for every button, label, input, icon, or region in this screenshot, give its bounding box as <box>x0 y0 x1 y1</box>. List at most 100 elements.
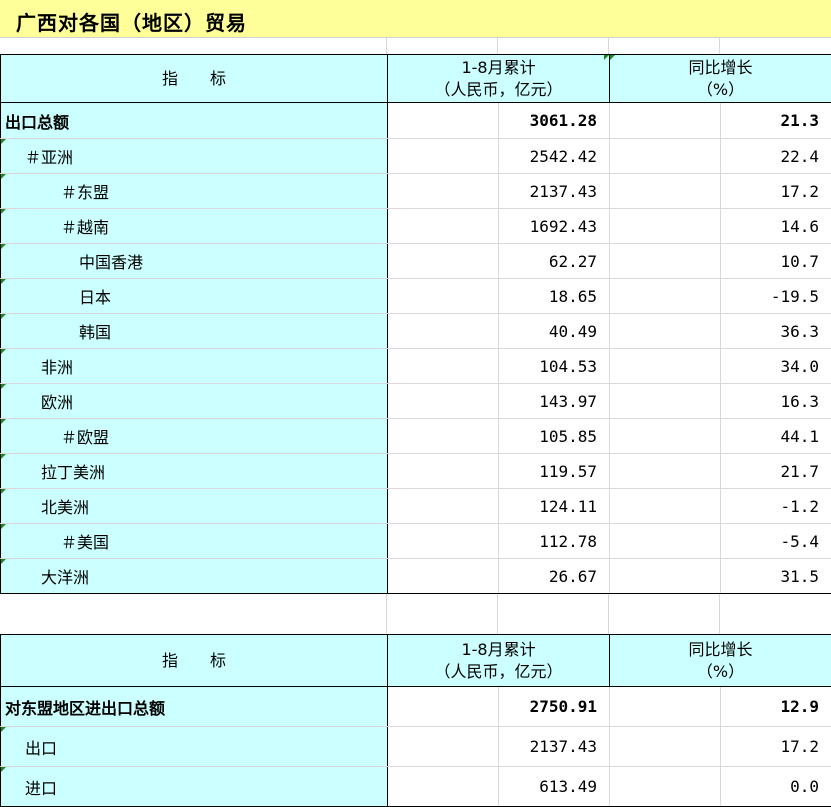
cumulative-header[interactable]: 1-8月累计 （人民币，亿元） <box>388 55 610 103</box>
indicator-cell[interactable]: 欧洲 <box>1 384 388 419</box>
empty-cell[interactable] <box>610 349 721 384</box>
indicator-cell[interactable]: 出口 <box>1 727 388 767</box>
cumulative-value[interactable]: 2137.43 <box>499 174 610 209</box>
indicator-cell[interactable]: 出口总额 <box>1 103 388 139</box>
growth-value[interactable]: -1.2 <box>721 489 831 524</box>
growth-value[interactable]: 21.7 <box>721 454 831 489</box>
indicator-cell[interactable]: ＃亚洲 <box>1 139 388 174</box>
growth-value[interactable]: -19.5 <box>721 279 831 314</box>
growth-value[interactable]: 12.9 <box>721 687 831 727</box>
indicator-header[interactable]: 指 标 <box>1 635 388 687</box>
indicator-cell[interactable]: 大洋洲 <box>1 559 388 594</box>
growth-value[interactable]: 17.2 <box>721 727 831 767</box>
growth-value[interactable]: 22.4 <box>721 139 831 174</box>
empty-cell[interactable] <box>388 454 499 489</box>
empty-cell[interactable] <box>610 209 721 244</box>
cell-indicator-icon <box>1 767 6 772</box>
cumulative-header[interactable]: 1-8月累计 （人民币，亿元） <box>388 635 610 687</box>
empty-cell[interactable] <box>610 727 721 767</box>
cumulative-value[interactable]: 143.97 <box>499 384 610 419</box>
cumulative-value[interactable]: 2750.91 <box>499 687 610 727</box>
empty-cell[interactable] <box>388 209 499 244</box>
empty-cell[interactable] <box>388 524 499 559</box>
growth-header[interactable]: 同比增长 （%） <box>610 635 831 687</box>
cumulative-value[interactable]: 613.49 <box>499 767 610 807</box>
growth-value[interactable]: 16.3 <box>721 384 831 419</box>
empty-cell[interactable] <box>388 687 499 727</box>
cumulative-value[interactable]: 2137.43 <box>499 727 610 767</box>
cumulative-value[interactable]: 26.67 <box>499 559 610 594</box>
empty-cell[interactable] <box>388 384 499 419</box>
empty-cell[interactable] <box>388 489 499 524</box>
cumulative-value[interactable]: 112.78 <box>499 524 610 559</box>
empty-cell[interactable] <box>388 559 499 594</box>
indicator-cell[interactable]: 日本 <box>1 279 388 314</box>
empty-cell[interactable] <box>610 244 721 279</box>
growth-header[interactable]: 同比增长 （%） <box>610 55 831 103</box>
indicator-cell[interactable]: 北美洲 <box>1 489 388 524</box>
empty-cell[interactable] <box>610 314 721 349</box>
cell-indicator-icon <box>1 244 6 249</box>
growth-value[interactable]: 44.1 <box>721 419 831 454</box>
empty-cell[interactable] <box>388 103 499 139</box>
growth-value[interactable]: 31.5 <box>721 559 831 594</box>
cumulative-value[interactable]: 105.85 <box>499 419 610 454</box>
cell-indicator-icon <box>1 489 6 494</box>
growth-value[interactable]: 0.0 <box>721 767 831 807</box>
empty-row[interactable] <box>0 38 831 54</box>
cumulative-value[interactable]: 124.11 <box>499 489 610 524</box>
growth-value[interactable]: 34.0 <box>721 349 831 384</box>
cumulative-value[interactable]: 62.27 <box>499 244 610 279</box>
empty-cell[interactable] <box>388 244 499 279</box>
indicator-cell[interactable]: ＃美国 <box>1 524 388 559</box>
cumulative-value[interactable]: 1692.43 <box>499 209 610 244</box>
indicator-cell[interactable]: 中国香港 <box>1 244 388 279</box>
growth-value[interactable]: 10.7 <box>721 244 831 279</box>
empty-cell[interactable] <box>388 349 499 384</box>
indicator-cell[interactable]: 进口 <box>1 767 388 807</box>
growth-value[interactable]: 36.3 <box>721 314 831 349</box>
empty-row[interactable] <box>0 594 831 634</box>
empty-cell[interactable] <box>388 279 499 314</box>
cumulative-value[interactable]: 104.53 <box>499 349 610 384</box>
indicator-cell[interactable]: 韩国 <box>1 314 388 349</box>
empty-cell[interactable] <box>610 524 721 559</box>
indicator-cell[interactable]: 拉丁美洲 <box>1 454 388 489</box>
indicator-cell[interactable]: 非洲 <box>1 349 388 384</box>
empty-cell[interactable] <box>388 174 499 209</box>
growth-value[interactable]: 14.6 <box>721 209 831 244</box>
cumulative-value[interactable]: 40.49 <box>499 314 610 349</box>
indicator-cell[interactable]: 对东盟地区进出口总额 <box>1 687 388 727</box>
table-row: 大洋洲 26.67 31.5 <box>1 559 831 594</box>
empty-cell[interactable] <box>610 139 721 174</box>
empty-cell[interactable] <box>610 103 721 139</box>
empty-cell[interactable] <box>610 489 721 524</box>
empty-cell[interactable] <box>388 419 499 454</box>
empty-cell[interactable] <box>610 767 721 807</box>
growth-value[interactable]: -5.4 <box>721 524 831 559</box>
empty-cell[interactable] <box>610 384 721 419</box>
indicator-cell[interactable]: ＃东盟 <box>1 174 388 209</box>
empty-cell[interactable] <box>388 314 499 349</box>
growth-value[interactable]: 21.3 <box>721 103 831 139</box>
empty-cell[interactable] <box>610 419 721 454</box>
empty-cell[interactable] <box>610 559 721 594</box>
cumulative-value[interactable]: 2542.42 <box>499 139 610 174</box>
cumulative-value[interactable]: 119.57 <box>499 454 610 489</box>
empty-cell[interactable] <box>388 727 499 767</box>
cell-indicator-icon <box>1 419 6 424</box>
empty-cell[interactable] <box>610 174 721 209</box>
growth-value[interactable]: 17.2 <box>721 174 831 209</box>
indicator-cell[interactable]: ＃欧盟 <box>1 419 388 454</box>
indicator-header[interactable]: 指 标 <box>1 55 388 103</box>
cell-indicator-icon <box>604 55 609 60</box>
empty-cell[interactable] <box>610 454 721 489</box>
empty-cell[interactable] <box>388 139 499 174</box>
cumulative-value[interactable]: 3061.28 <box>499 103 610 139</box>
cumulative-value[interactable]: 18.65 <box>499 279 610 314</box>
empty-cell[interactable] <box>610 687 721 727</box>
indicator-cell[interactable]: ＃越南 <box>1 209 388 244</box>
empty-cell[interactable] <box>610 279 721 314</box>
growth-header-line1: 同比增长 <box>610 57 831 79</box>
empty-cell[interactable] <box>388 767 499 807</box>
